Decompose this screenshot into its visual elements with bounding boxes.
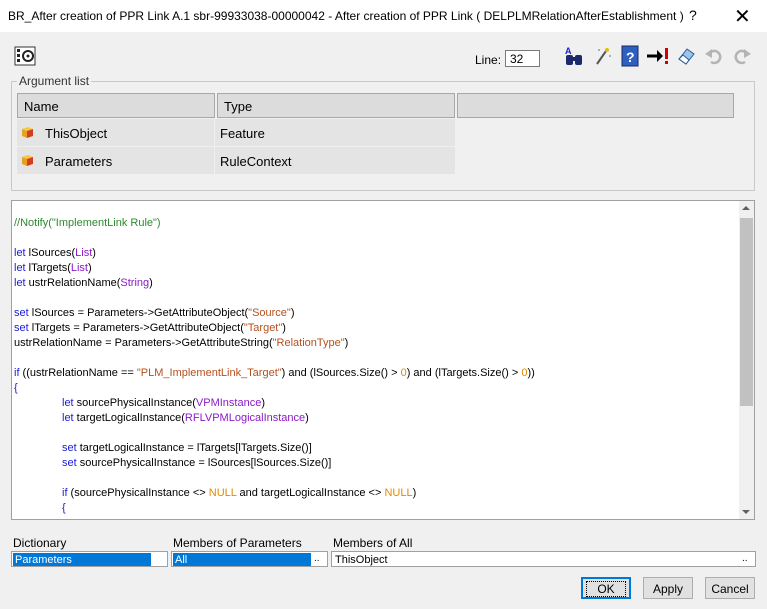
list-scroll-dots[interactable]: ..: [742, 553, 748, 564]
help-book-icon[interactable]: ?: [618, 44, 642, 68]
code-line: {: [14, 382, 18, 394]
svg-text:?: ?: [626, 49, 635, 65]
members-of-all-label: Members of All: [333, 536, 413, 550]
code-line: let targetLogicalInstance(RFLVPMLogicalI…: [62, 412, 309, 424]
code-line: {: [62, 502, 66, 514]
scroll-down-icon[interactable]: [741, 508, 751, 516]
search-binoculars-icon[interactable]: A: [562, 44, 586, 68]
argument-list-label: Argument list: [17, 74, 92, 88]
code-line: if ((ustrRelationName == "PLM_ImplementL…: [14, 367, 535, 379]
code-line: set lSources = Parameters->GetAttributeO…: [14, 307, 295, 319]
code-line: set lTargets = Parameters->GetAttributeO…: [14, 322, 286, 334]
dictionary-list[interactable]: Parameters: [11, 551, 168, 567]
code-line: let lTargets(List): [14, 262, 92, 274]
column-header-empty: [457, 93, 734, 118]
undo-icon[interactable]: [702, 44, 726, 68]
arg-row-name[interactable]: Parameters: [17, 147, 214, 174]
code-line: //Notify("ImplementLink Rule"): [14, 217, 161, 229]
ok-label: OK: [586, 581, 626, 597]
arg-row-name[interactable]: ThisObject: [17, 119, 214, 146]
members-of-parameters-label: Members of Parameters: [173, 536, 302, 550]
members-of-parameters-list[interactable]: All ..: [171, 551, 328, 567]
scroll-up-icon[interactable]: [741, 204, 751, 212]
line-label: Line:: [475, 53, 502, 67]
column-header-type[interactable]: Type: [217, 93, 455, 118]
ok-button[interactable]: OK: [581, 577, 631, 599]
editor-scroll-thumb[interactable]: [740, 218, 753, 406]
redo-icon[interactable]: [730, 44, 754, 68]
arg-name: ThisObject: [45, 126, 108, 141]
magic-wand-icon[interactable]: [590, 44, 614, 68]
code-line: let ustrRelationName(String): [14, 277, 153, 289]
code-line: set targetLogicalInstance = lTargets[lTa…: [62, 442, 312, 454]
film-settings-icon[interactable]: [13, 44, 37, 68]
column-header-name[interactable]: Name: [17, 93, 215, 118]
window-title: BR_After creation of PPR Link A.1 sbr-99…: [8, 9, 684, 23]
cancel-button[interactable]: Cancel: [705, 577, 755, 599]
dictionary-label: Dictionary: [13, 536, 67, 550]
arg-type: RuleContext: [220, 154, 292, 169]
eraser-icon[interactable]: [674, 44, 698, 68]
code-line: let sourcePhysicalInstance(VPMInstance): [62, 397, 265, 409]
help-button[interactable]: ?: [689, 7, 697, 23]
code-line: if (sourcePhysicalInstance <> NULL and t…: [62, 487, 417, 499]
svg-text:A: A: [565, 46, 572, 56]
dictionary-selected-item[interactable]: Parameters: [13, 553, 151, 566]
code-editor[interactable]: //Notify("ImplementLink Rule") let lSour…: [11, 200, 755, 520]
members-of-all-list[interactable]: ThisObject ..: [331, 551, 756, 567]
line-number-input[interactable]: [505, 50, 540, 67]
code-line: let lSources(List): [14, 247, 96, 259]
code-line: set sourcePhysicalInstance = lSources[lS…: [62, 457, 332, 469]
members-params-selected-item[interactable]: All: [173, 553, 311, 566]
goto-error-icon[interactable]: [646, 44, 670, 68]
arg-type: Feature: [220, 126, 265, 141]
list-scroll-dots[interactable]: ..: [314, 553, 320, 564]
arg-row-type[interactable]: Feature: [215, 119, 455, 146]
code-line: ustrRelationName = Parameters->GetAttrib…: [14, 337, 349, 349]
apply-button[interactable]: Apply: [643, 577, 693, 599]
close-button[interactable]: ✕: [734, 4, 751, 29]
members-all-item[interactable]: ThisObject: [335, 554, 388, 566]
arg-row-type[interactable]: RuleContext: [215, 147, 455, 174]
arg-name: Parameters: [45, 154, 113, 169]
cube-icon: [22, 155, 33, 166]
cube-icon: [22, 127, 33, 138]
